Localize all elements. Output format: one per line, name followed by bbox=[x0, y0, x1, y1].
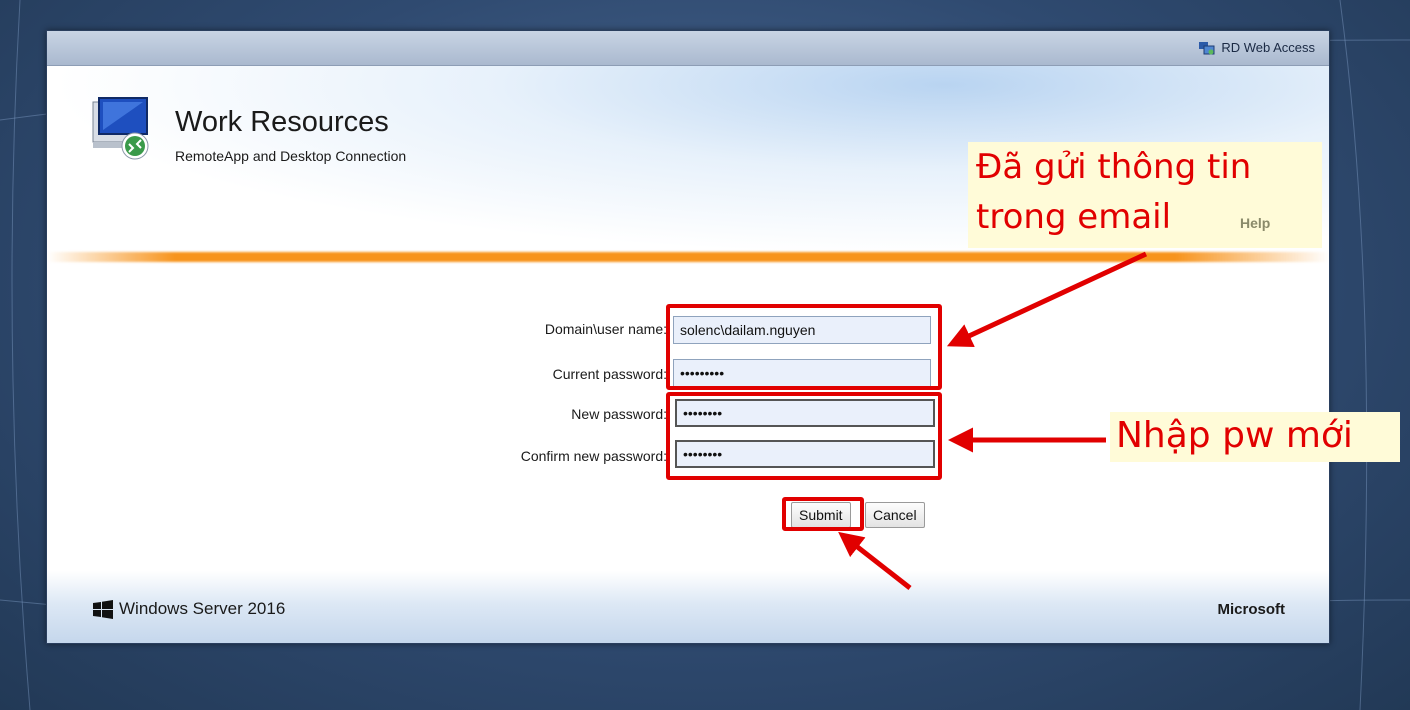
confirm-password-label: Confirm new password: bbox=[520, 448, 667, 464]
annotation-box-new-password bbox=[666, 392, 942, 480]
cancel-button[interactable]: Cancel bbox=[865, 502, 925, 528]
page-title: Work Resources bbox=[175, 106, 389, 138]
rd-web-access-brand[interactable]: RD Web Access bbox=[1199, 40, 1315, 55]
footer: Windows Server 2016 Microsoft bbox=[47, 571, 1329, 643]
rd-web-access-label: RD Web Access bbox=[1221, 40, 1315, 55]
rd-web-access-icon bbox=[1199, 41, 1215, 54]
orange-divider bbox=[47, 252, 1329, 262]
new-password-label: New password: bbox=[571, 406, 667, 422]
windows-server-label: Windows Server 2016 bbox=[119, 599, 286, 618]
top-bar: RD Web Access bbox=[47, 31, 1329, 66]
page-subtitle: RemoteApp and Desktop Connection bbox=[175, 148, 407, 164]
annotation-box-credentials bbox=[666, 304, 942, 390]
microsoft-label: Microsoft bbox=[1217, 601, 1286, 618]
annotation-callout-email-line1: Đã gửi thông tin bbox=[976, 147, 1252, 187]
help-link-overlay[interactable]: Help bbox=[1240, 215, 1270, 231]
annotation-callout-new-password: Nhập pw mới bbox=[1110, 412, 1400, 462]
current-password-label: Current password: bbox=[552, 366, 667, 382]
windows-logo-icon bbox=[93, 600, 113, 619]
username-label: Domain\user name: bbox=[544, 321, 667, 337]
annotation-box-submit bbox=[782, 497, 864, 531]
annotation-callout-email: Đã gửi thông tin trong email bbox=[968, 142, 1322, 248]
remote-desktop-logo-icon bbox=[92, 97, 149, 160]
